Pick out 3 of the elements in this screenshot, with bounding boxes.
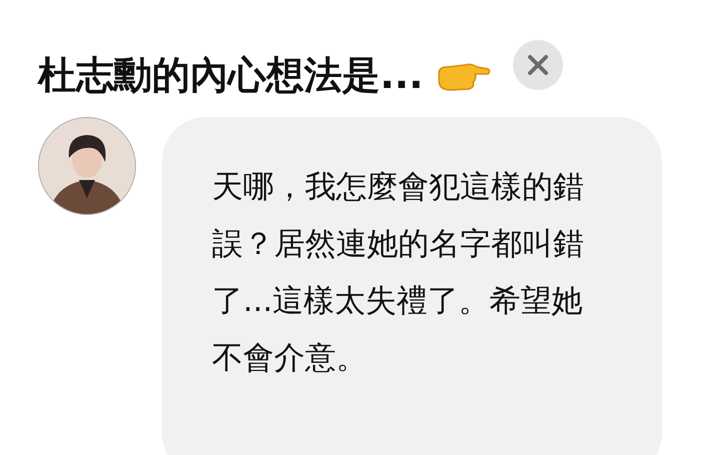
- message-text: 天哪，我怎麼會犯這樣的錯誤？居然連她的名字都叫錯了...這樣太失禮了。希望她不會介意。: [212, 168, 585, 378]
- dialog-title: 杜志勳的內心想法是...: [38, 52, 424, 99]
- close-icon: [527, 54, 550, 76]
